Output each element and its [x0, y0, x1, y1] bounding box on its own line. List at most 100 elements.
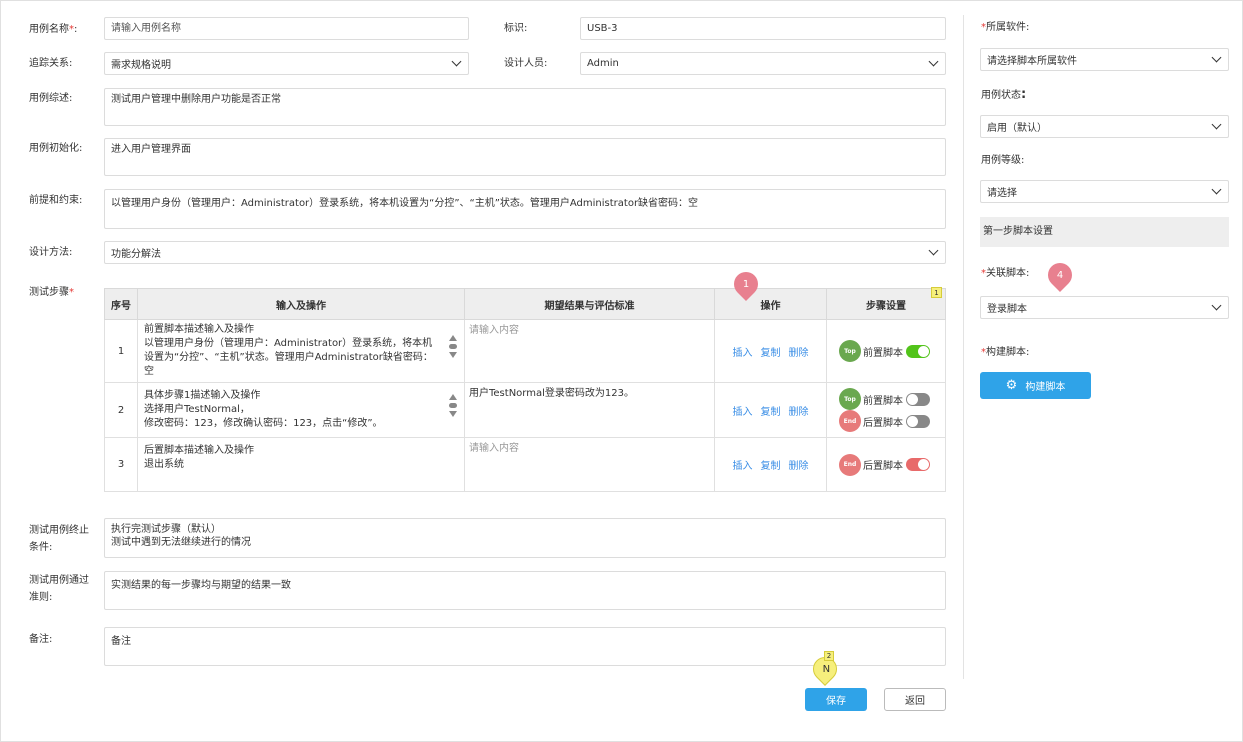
post-script-label: 后置脚本	[863, 417, 903, 429]
insert-link[interactable]: 插入	[733, 407, 753, 418]
pre-script-setting: Top 前置脚本	[827, 388, 945, 410]
test-case-form-page: 用例名称*: 请输入用例名称 标识: USB-3 追踪关系: 需求规格说明 设计…	[0, 0, 1243, 742]
end-condition-textarea[interactable]: 执行完测试步骤（默认） 测试中遇到无法继续进行的情况	[104, 518, 946, 558]
save-button[interactable]: 保存	[805, 688, 867, 711]
column-header: 期望结果与评估标准	[464, 288, 715, 320]
summary-label: 用例综述:	[29, 93, 73, 104]
precondition-label: 前提和约束:	[29, 195, 83, 206]
copy-link[interactable]: 复制	[761, 461, 781, 472]
step-settings-cell: End 后置脚本	[826, 437, 946, 492]
identifier-label: 标识:	[504, 23, 528, 34]
end-condition-label: 测试用例终止 条件:	[29, 525, 89, 553]
delete-link[interactable]: 删除	[789, 348, 809, 359]
trace-select[interactable]: 需求规格说明	[104, 52, 469, 75]
insert-link[interactable]: 插入	[733, 348, 753, 359]
post-script-setting: End 后置脚本	[827, 454, 945, 476]
chevron-down-icon	[928, 245, 939, 256]
note-badge: 1	[931, 287, 942, 298]
row-number: 2	[104, 382, 138, 438]
step-settings-cell: Top 前置脚本	[826, 319, 946, 383]
top-badge-icon: Top	[841, 342, 859, 360]
step-text: 修改密码：123，修改确认密码：123，点击“修改”。	[144, 418, 383, 429]
chevron-down-icon	[451, 56, 462, 67]
copy-link[interactable]: 复制	[761, 348, 781, 359]
column-header: 步骤设置	[826, 288, 946, 320]
end-badge-icon: End	[841, 455, 859, 474]
delete-link[interactable]: 删除	[789, 461, 809, 472]
post-script-setting: End 后置脚本	[827, 410, 945, 432]
pass-criteria-textarea[interactable]: 实测结果的每一步骤均与期望的结果一致	[104, 571, 946, 610]
section-header: 第一步脚本设置	[980, 217, 1229, 247]
trace-label: 追踪关系:	[29, 58, 73, 69]
annotation-marker-4: 4	[1043, 258, 1077, 292]
expected-text: 用户TestNormal登录密码改为123。	[469, 388, 634, 399]
step-title: 具体步骤1描述输入及操作	[144, 390, 261, 401]
panel-divider	[963, 15, 964, 679]
post-script-toggle[interactable]	[906, 414, 930, 428]
pass-criteria-label: 测试用例通过 准则:	[29, 575, 89, 603]
pre-script-label: 前置脚本	[863, 395, 903, 407]
pre-script-label: 前置脚本	[863, 347, 903, 359]
delete-link[interactable]: 删除	[789, 407, 809, 418]
ops-cell: 插入 复制 删除	[714, 319, 827, 383]
annotation-marker-1: 1	[729, 267, 763, 301]
insert-link[interactable]: 插入	[733, 461, 753, 472]
table-row: 1 前置脚本描述输入及操作 以管理用户身份（管理用户：Administrator…	[104, 319, 946, 383]
status-label: 用例状态:	[981, 87, 1027, 102]
init-textarea[interactable]: 进入用户管理界面	[104, 138, 946, 176]
ops-cell: 插入 复制 删除	[714, 382, 827, 438]
expected-placeholder: 请输入内容	[469, 325, 519, 336]
reorder-handle[interactable]	[448, 335, 458, 367]
chevron-down-icon	[1211, 52, 1222, 63]
expected-placeholder: 请输入内容	[469, 443, 519, 454]
ops-cell: 插入 复制 删除	[714, 437, 827, 492]
table-row: 3 后置脚本描述输入及操作 退出系统 请输入内容 插入 复制 删除 End 后置脚本	[104, 437, 946, 492]
status-select[interactable]: 启用（默认）	[980, 115, 1229, 138]
pre-script-toggle[interactable]	[906, 344, 930, 358]
build-script-button[interactable]: ⚙ 构建脚本	[980, 372, 1091, 399]
expected-cell[interactable]: 请输入内容	[464, 437, 715, 492]
expected-cell[interactable]: 请输入内容	[464, 319, 715, 383]
precondition-textarea[interactable]: 以管理用户身份（管理用户：Administrator）登录系统，将本机设置为“分…	[104, 189, 946, 229]
column-header: 操作	[714, 288, 827, 320]
chevron-down-icon	[1211, 119, 1222, 130]
pre-script-toggle[interactable]	[906, 392, 930, 406]
note-badge: 2	[824, 651, 834, 661]
step-text: 以管理用户身份（管理用户：Administrator）登录系统，将本机设置为“分…	[144, 338, 433, 377]
step-input-cell[interactable]: 前置脚本描述输入及操作 以管理用户身份（管理用户：Administrator）登…	[137, 319, 465, 383]
chevron-down-icon	[928, 56, 939, 67]
software-label: *所属软件:	[981, 22, 1030, 33]
copy-link[interactable]: 复制	[761, 407, 781, 418]
step-input-cell[interactable]: 具体步骤1描述输入及操作 选择用户TestNormal， 修改密码：123，修改…	[137, 382, 465, 438]
summary-textarea[interactable]: 测试用户管理中删除用户功能是否正常	[104, 88, 946, 126]
steps-table: 序号 输入及操作 期望结果与评估标准 操作 步骤设置 1 前置脚本描述输入及操作…	[104, 288, 946, 492]
gears-icon: ⚙	[1005, 378, 1018, 393]
case-name-label: 用例名称*:	[29, 24, 78, 35]
end-badge-icon: End	[841, 412, 859, 430]
expected-cell[interactable]: 用户TestNormal登录密码改为123。	[464, 382, 715, 438]
build-script-label: *构建脚本:	[981, 347, 1030, 358]
table-row: 2 具体步骤1描述输入及操作 选择用户TestNormal， 修改密码：123，…	[104, 382, 946, 438]
step-text: 选择用户TestNormal，	[144, 404, 250, 415]
steps-label: 测试步骤*	[29, 287, 74, 298]
row-number: 1	[104, 319, 138, 383]
linked-script-label: *关联脚本:	[981, 268, 1030, 279]
chevron-down-icon	[1211, 300, 1222, 311]
software-select[interactable]: 请选择脚本所属软件	[980, 48, 1229, 71]
back-button[interactable]: 返回	[884, 688, 946, 711]
chevron-down-icon	[1211, 184, 1222, 195]
end-condition-line: 执行完测试步骤（默认）	[111, 524, 221, 535]
linked-script-select[interactable]: 登录脚本	[980, 296, 1229, 319]
post-script-toggle[interactable]	[906, 458, 930, 471]
pre-script-setting: Top 前置脚本	[827, 340, 945, 362]
designer-select[interactable]: Admin	[580, 52, 946, 75]
reorder-handle[interactable]	[448, 394, 458, 426]
step-input-cell[interactable]: 后置脚本描述输入及操作 退出系统	[137, 437, 465, 492]
method-label: 设计方法:	[29, 247, 73, 258]
method-select[interactable]: 功能分解法	[104, 241, 946, 264]
identifier-input[interactable]: USB-3	[580, 17, 946, 40]
top-badge-icon: Top	[841, 390, 859, 408]
level-select[interactable]: 请选择	[980, 180, 1229, 203]
case-name-input[interactable]: 请输入用例名称	[104, 17, 469, 40]
row-number: 3	[104, 437, 138, 492]
